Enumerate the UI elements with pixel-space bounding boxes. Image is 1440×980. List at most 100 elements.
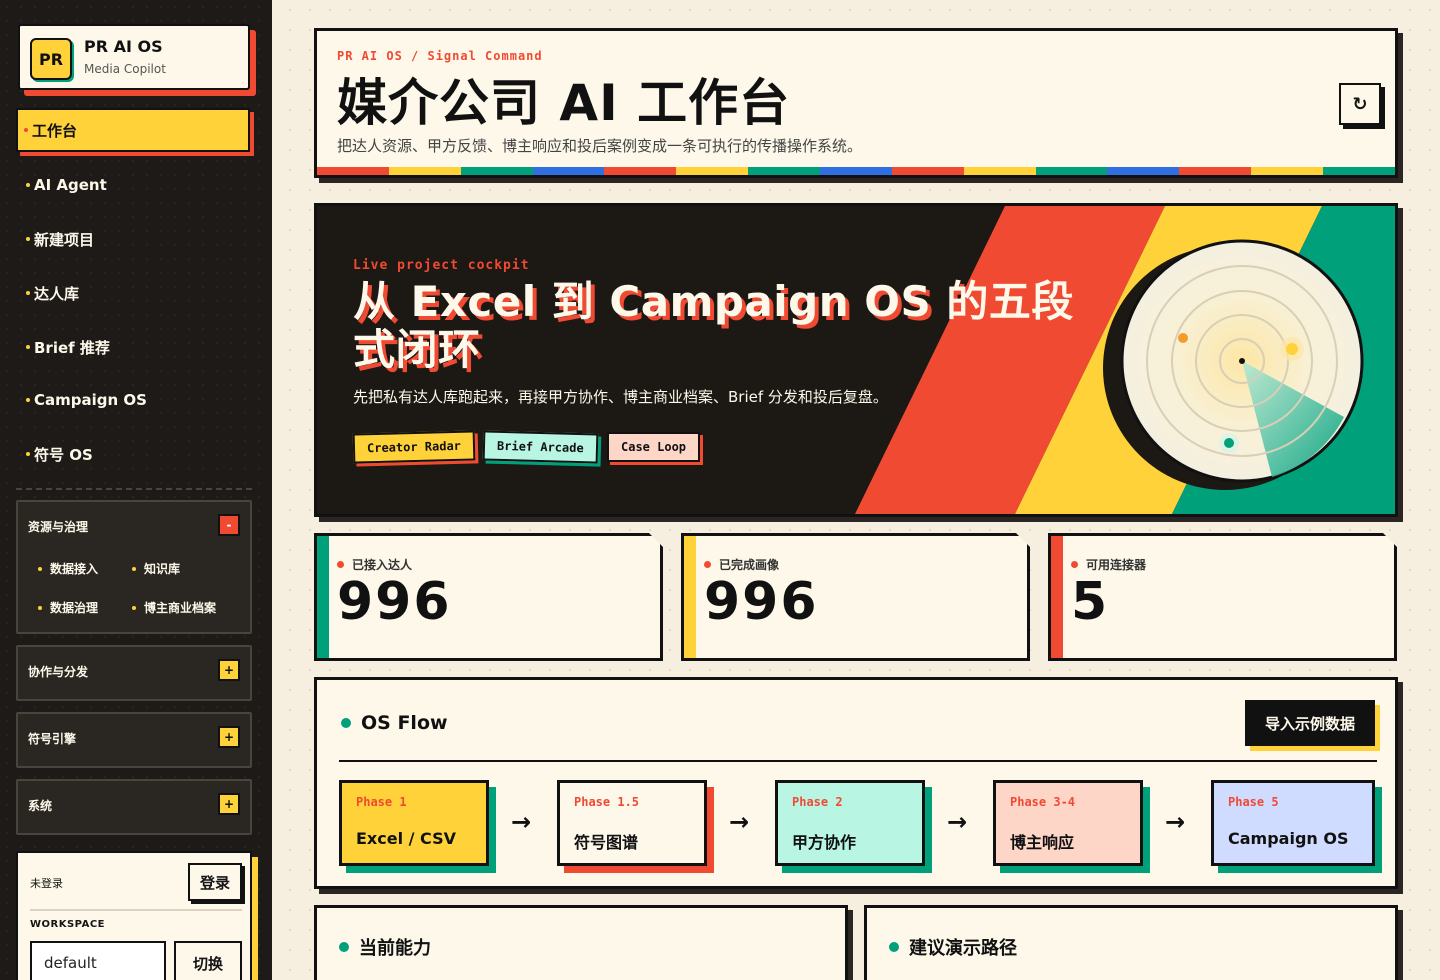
- nav-item-ai-agent[interactable]: AI Agent: [16, 163, 250, 207]
- expand-button[interactable]: +: [218, 793, 240, 815]
- workspace-label: WORKSPACE: [30, 919, 106, 930]
- nav-item-new-project[interactable]: 新建项目: [16, 217, 250, 261]
- capability-card: 当前能力: [314, 905, 848, 980]
- status-dot-icon: [704, 561, 711, 568]
- brand-card[interactable]: PR PR AI OS Media Copilot: [18, 24, 250, 90]
- nav-item-label: Brief 推荐: [34, 338, 110, 357]
- nav-item-campaign-os[interactable]: Campaign OS: [16, 378, 250, 422]
- stat-accent: [317, 536, 329, 658]
- hero-description: 先把私有达人库跑起来，再接甲方协作、博主商业档案、Brief 分发和投后复盘。: [353, 388, 888, 406]
- workspace-input[interactable]: [30, 941, 166, 980]
- expand-button[interactable]: +: [218, 726, 240, 748]
- stat-value: 5: [1071, 572, 1110, 632]
- card-corner: [1383, 533, 1397, 547]
- phase-card-1[interactable]: Phase 1 Excel / CSV: [339, 780, 489, 866]
- chip-brief-arcade[interactable]: Brief Arcade: [482, 430, 599, 464]
- stat-label-text: 已接入达人: [352, 558, 413, 572]
- sub-item-data-governance[interactable]: 数据治理: [38, 599, 98, 616]
- phase-card-3-4[interactable]: Phase 3-4 博主响应: [993, 780, 1143, 866]
- brand-logo: PR: [30, 38, 72, 80]
- header-kicker: PR AI OS / Signal Command: [337, 49, 543, 63]
- card-corner: [1016, 533, 1030, 547]
- group-title: 资源与治理: [28, 520, 89, 534]
- status-dot-icon: [1071, 561, 1078, 568]
- login-status: 未登录: [30, 877, 63, 890]
- hero-title: 从 Excel 到 Campaign OS 的五段式闭环: [353, 277, 1074, 374]
- login-button[interactable]: 登录: [188, 863, 242, 901]
- phase-number: Phase 1.5: [574, 795, 640, 809]
- bullet-icon: [38, 605, 42, 610]
- nav-item-label: 符号 OS: [34, 445, 93, 464]
- expand-button[interactable]: +: [218, 659, 240, 681]
- phase-card-5[interactable]: Phase 5 Campaign OS: [1211, 780, 1375, 866]
- nav-item-brief[interactable]: Brief 推荐: [16, 325, 250, 369]
- group-collab[interactable]: 协作与分发 +: [16, 645, 252, 701]
- refresh-icon: ↻: [1352, 93, 1368, 115]
- bullet-icon: [26, 291, 30, 295]
- bullet-icon: [26, 452, 30, 456]
- hero-kicker: Live project cockpit: [353, 258, 530, 273]
- sub-item-creator-profile[interactable]: 博主商业档案: [132, 599, 216, 616]
- stat-card-connectors: 可用连接器 5: [1048, 533, 1397, 661]
- import-sample-data-button[interactable]: 导入示例数据: [1245, 700, 1375, 746]
- divider: [30, 909, 242, 911]
- stat-card-profiles: 已完成画像 996: [681, 533, 1030, 661]
- stat-label-text: 已完成画像: [719, 558, 780, 572]
- collapse-button[interactable]: -: [218, 514, 240, 536]
- phase-number: Phase 1: [356, 795, 407, 809]
- divider: [339, 760, 1377, 762]
- stat-card-creators: 已接入达人 996: [314, 533, 663, 661]
- sub-item-label: 知识库: [144, 562, 181, 576]
- group-title: 协作与分发: [28, 665, 89, 679]
- switch-workspace-button[interactable]: 切换: [174, 941, 242, 980]
- header-card: PR AI OS / Signal Command 媒介公司 AI 工作台 把达…: [314, 28, 1398, 178]
- arrow-right-icon: →: [729, 808, 750, 836]
- phase-number: Phase 5: [1228, 795, 1279, 809]
- refresh-button[interactable]: ↻: [1339, 83, 1381, 125]
- nav-item-symbol-os[interactable]: 符号 OS: [16, 432, 250, 476]
- arrow-right-icon: →: [511, 808, 532, 836]
- nav-item-creators[interactable]: 达人库: [16, 271, 250, 315]
- sub-item-label: 数据治理: [50, 601, 99, 615]
- chip-case-loop[interactable]: Case Loop: [607, 432, 701, 462]
- brand-subtitle: Media Copilot: [84, 62, 166, 76]
- phase-name: 甲方协作: [792, 833, 857, 852]
- nav-item-label: Campaign OS: [34, 391, 147, 409]
- bullet-icon: [26, 183, 30, 187]
- brand-title: PR AI OS: [84, 37, 163, 56]
- bullet-icon: [132, 566, 136, 571]
- stat-label-text: 可用连接器: [1086, 558, 1147, 572]
- chip-creator-radar[interactable]: Creator Radar: [352, 430, 476, 464]
- phase-name: Excel / CSV: [356, 829, 456, 848]
- section-dot-icon: [889, 942, 899, 952]
- phase-card-1-5[interactable]: Phase 1.5 符号图谱: [557, 780, 707, 866]
- sub-item-data-import[interactable]: 数据接入: [38, 560, 98, 577]
- phase-card-2[interactable]: Phase 2 甲方协作: [775, 780, 925, 866]
- nav-item-label: 新建项目: [34, 230, 95, 249]
- sidebar: PR PR AI OS Media Copilot 工作台 AI Agent 新…: [0, 0, 272, 980]
- arrow-right-icon: →: [1165, 808, 1186, 836]
- nav-item-workbench[interactable]: 工作台: [16, 108, 250, 152]
- group-symbol-engine[interactable]: 符号引擎 +: [16, 712, 252, 768]
- group-title: 系统: [28, 799, 53, 813]
- stat-label: 已接入达人: [337, 556, 412, 573]
- sub-item-label: 博主商业档案: [144, 601, 217, 615]
- section-title-text: 当前能力: [359, 938, 431, 959]
- group-system[interactable]: 系统 +: [16, 779, 252, 835]
- card-corner: [649, 533, 663, 547]
- bullet-icon: [38, 566, 42, 571]
- sidebar-divider: [16, 488, 252, 490]
- color-stripe: [317, 167, 1395, 175]
- group-title: 符号引擎: [28, 732, 77, 746]
- section-dot-icon: [341, 718, 351, 728]
- phase-number: Phase 3-4: [1010, 795, 1076, 809]
- arrow-right-icon: →: [947, 808, 968, 836]
- phase-name: 符号图谱: [574, 833, 639, 852]
- sub-item-knowledge-base[interactable]: 知识库: [132, 560, 180, 577]
- group-resources: 资源与治理 - 数据接入 知识库 数据治理 博主商业档案: [16, 500, 252, 634]
- stat-label: 可用连接器: [1071, 556, 1146, 573]
- sub-item-label: 数据接入: [50, 562, 99, 576]
- login-card: 未登录 登录 WORKSPACE 切换: [16, 851, 252, 980]
- nav-item-label: 工作台: [32, 121, 78, 140]
- phase-name: Campaign OS: [1228, 829, 1349, 848]
